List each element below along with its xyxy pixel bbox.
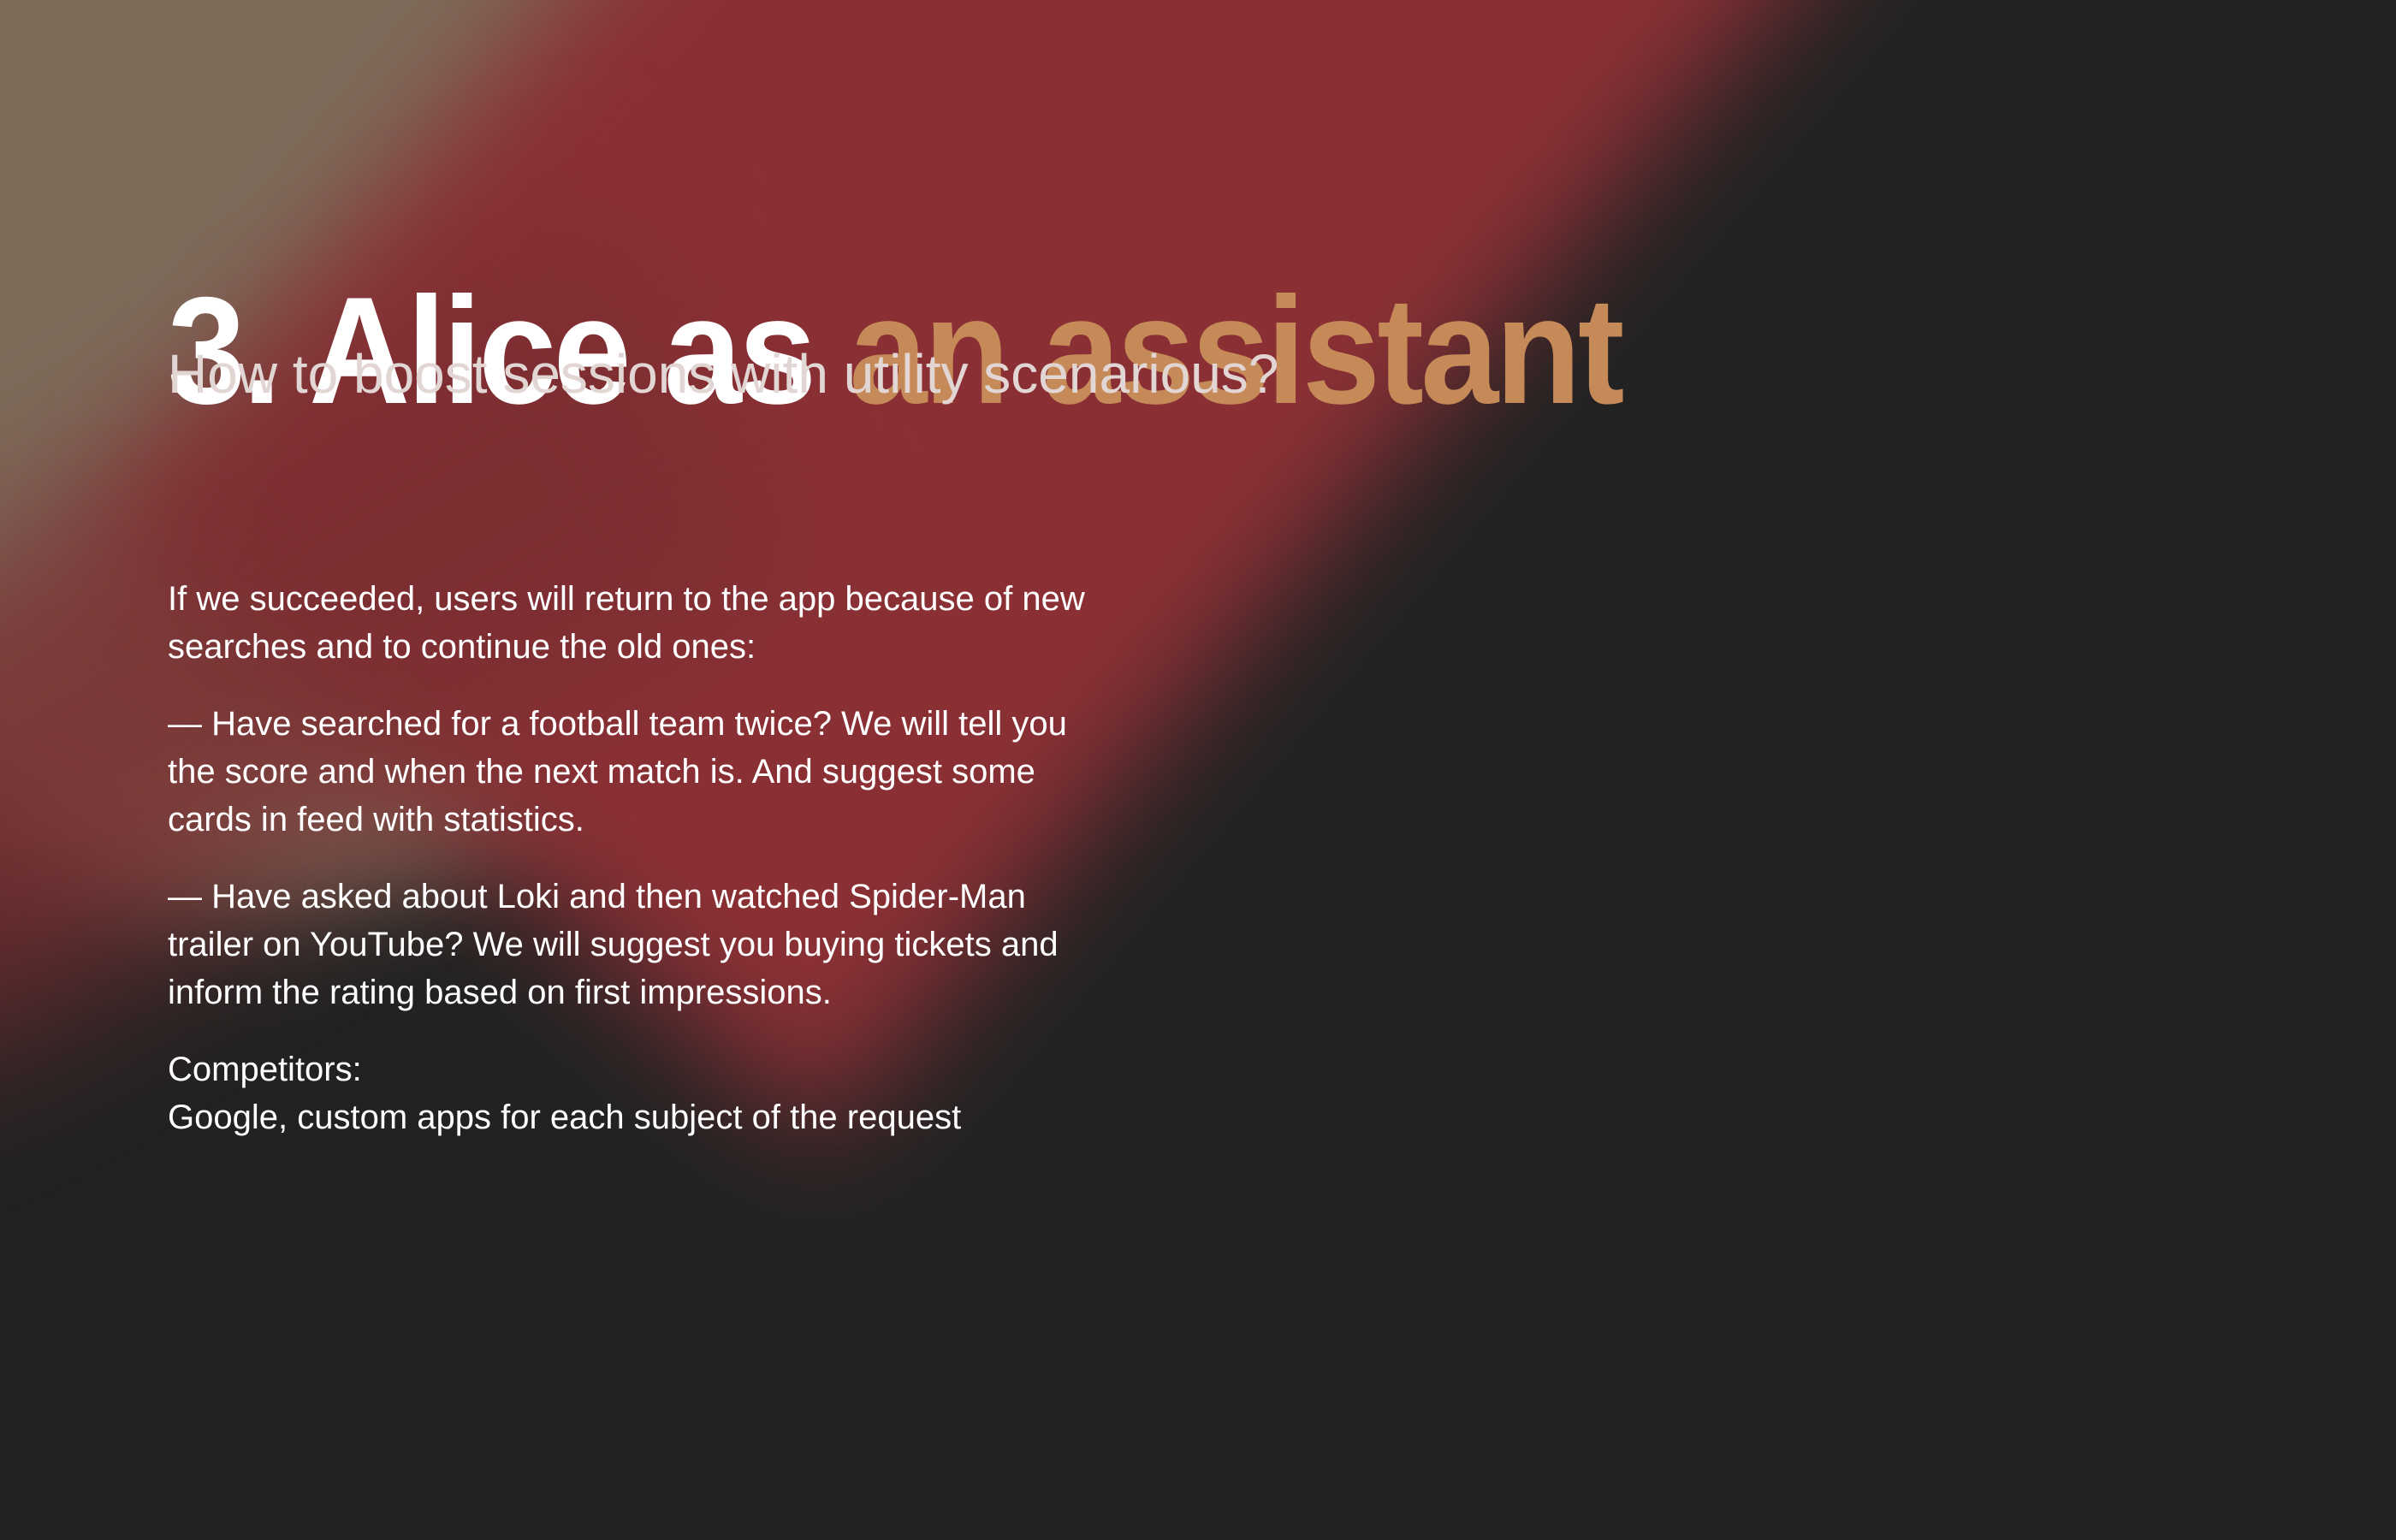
- competitors-label: Competitors:: [168, 1051, 362, 1088]
- intro-paragraph: If we succeeded, users will return to th…: [168, 580, 1085, 666]
- competitors-value: Google, custom apps for each subject of …: [168, 1099, 962, 1136]
- slide-subtitle: How to boost sessions with utility scena…: [168, 343, 1279, 405]
- competitors-block: Competitors: Google, custom apps for each…: [168, 1045, 1100, 1141]
- slide-body: If we succeeded, users will return to th…: [168, 575, 1100, 1170]
- example-football-paragraph: — Have searched for a football team twic…: [168, 705, 1067, 838]
- example-loki-paragraph: — Have asked about Loki and then watched…: [168, 878, 1059, 1011]
